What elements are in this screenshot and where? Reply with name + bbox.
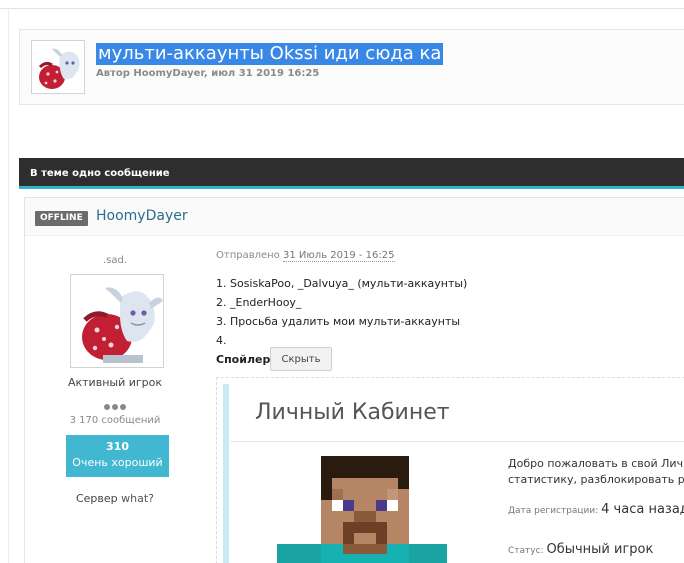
status-badge: OFFLINE bbox=[35, 211, 88, 226]
post-line: 2. _EnderHooy_ bbox=[216, 296, 302, 309]
welcome-line: Добро пожаловать в свой Личный bbox=[508, 457, 684, 470]
left-divider bbox=[8, 8, 9, 563]
reputation-value: 310 bbox=[106, 440, 129, 453]
topic-meta: Автор HoomyDayer, июл 31 2019 16:25 bbox=[96, 68, 320, 79]
top-divider bbox=[0, 8, 684, 9]
spoiler-hide-button[interactable]: Скрыть bbox=[270, 347, 332, 371]
post-content: 1. SosiskaPoo, _Dalvuya_ (мульти-аккаунт… bbox=[216, 274, 467, 350]
rank-pip-icon bbox=[104, 404, 110, 410]
topic-post-count-bar: В теме одно сообщение bbox=[19, 158, 684, 189]
post-author-link[interactable]: HoomyDayer bbox=[96, 208, 188, 224]
post-header: OFFLINE HoomyDayer bbox=[25, 198, 684, 236]
registration-label: Дата регистрации: bbox=[508, 506, 599, 516]
user-post-count: 3 170 сообщений bbox=[69, 415, 161, 426]
reputation-label: Очень хороший bbox=[72, 456, 163, 469]
rank-pip-icon bbox=[112, 404, 118, 410]
cabinet-welcome: Добро пожаловать в свой Личный статистик… bbox=[508, 456, 684, 488]
user-title: .sad. bbox=[102, 255, 128, 266]
post-count-text: В теме одно сообщение bbox=[30, 168, 170, 179]
reputation-badge: 310 Очень хороший bbox=[66, 435, 169, 477]
registration-value: 4 часа назад bbox=[601, 502, 684, 517]
posted-date[interactable]: 31 Июль 2019 - 16:25 bbox=[283, 250, 395, 262]
registration-date: Дата регистрации: 4 часа назад (0 bbox=[508, 502, 684, 517]
posted-date-line: Отправлено 31 Июль 2019 - 16:25 bbox=[216, 250, 395, 262]
player-status: Статус: Обычный игрок bbox=[508, 542, 653, 557]
post-line: 1. SosiskaPoo, _Dalvuya_ (мульти-аккаунт… bbox=[216, 277, 468, 290]
rank-pip-icon bbox=[120, 404, 126, 410]
posted-prefix: Отправлено bbox=[216, 250, 280, 261]
post: OFFLINE HoomyDayer .sad. Активный игрок … bbox=[24, 197, 684, 563]
spoiler-label: Спойлер bbox=[216, 353, 271, 366]
server-field: Сервер what? bbox=[25, 492, 205, 505]
santa-bag-avatar-icon bbox=[71, 275, 163, 367]
user-group: Активный игрок bbox=[67, 376, 162, 389]
topic-header: мульти-аккаунты Okssi иди сюда ка Автор … bbox=[19, 29, 684, 105]
status-label: Статус: bbox=[508, 546, 544, 556]
spoiler-content: Личный Кабинет Добро пожаловать в свой Л… bbox=[216, 377, 684, 563]
welcome-line: статистику, разблокировать разны bbox=[508, 473, 684, 486]
post-line: 4. bbox=[216, 334, 227, 347]
status-value: Обычный игрок bbox=[546, 542, 654, 557]
user-avatar[interactable] bbox=[70, 274, 164, 368]
minecraft-skin-image bbox=[277, 456, 447, 563]
spoiler-accent-bar bbox=[223, 384, 229, 563]
post-body: Отправлено 31 Июль 2019 - 16:25 1. Sosis… bbox=[216, 237, 684, 563]
cabinet-divider bbox=[230, 441, 684, 442]
topic-title: мульти-аккаунты Okssi иди сюда ка bbox=[96, 43, 444, 65]
cabinet-heading: Личный Кабинет bbox=[255, 400, 450, 425]
santa-bag-avatar-icon bbox=[32, 41, 84, 93]
post-line: 3. Просьба удалить мои мульти-аккаунты bbox=[216, 315, 461, 328]
minecraft-steve-icon bbox=[277, 456, 447, 563]
server-value: what? bbox=[121, 492, 155, 505]
server-label: Сервер bbox=[75, 492, 118, 505]
topic-author-avatar[interactable] bbox=[31, 40, 85, 94]
author-info: .sad. Активный игрок 3 170 сообщений 310… bbox=[25, 237, 205, 563]
rank-pips bbox=[25, 395, 205, 414]
